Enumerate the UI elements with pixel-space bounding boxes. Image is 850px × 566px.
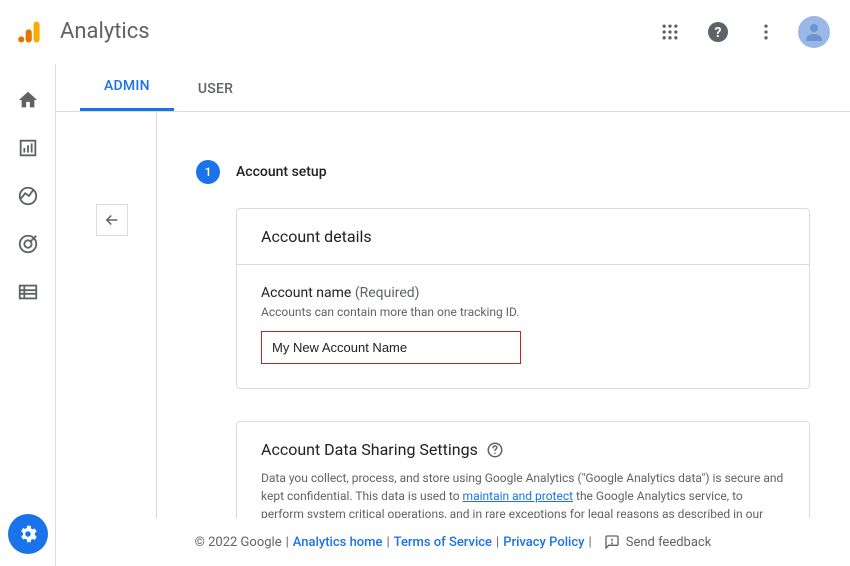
tab-admin[interactable]: ADMIN (80, 64, 174, 111)
send-feedback-button[interactable]: Send feedback (604, 534, 712, 550)
sharing-title: Account Data Sharing Settings (261, 440, 785, 459)
back-button[interactable] (96, 204, 128, 236)
sharing-description: Data you collect, process, and store usi… (261, 469, 785, 518)
more-icon[interactable] (746, 12, 786, 52)
card-title: Account details (237, 209, 809, 265)
help-icon[interactable]: ? (698, 12, 738, 52)
analytics-logo-icon (16, 18, 44, 46)
step-title: Account setup (236, 164, 327, 180)
data-sharing-card: Account Data Sharing Settings Data you c… (236, 421, 810, 518)
account-details-card: Account details Account name (Required) … (236, 208, 810, 389)
account-avatar[interactable] (794, 12, 834, 52)
footer: © 2022 Google | Analytics home | Terms o… (56, 518, 850, 566)
tos-link[interactable]: Terms of Service (394, 535, 492, 550)
tab-user[interactable]: USER (174, 67, 257, 111)
tabs-bar: ADMIN USER (56, 64, 850, 112)
copyright: © 2022 Google (195, 535, 282, 550)
help-outline-icon[interactable] (486, 441, 504, 459)
step-header: 1 Account setup (196, 160, 850, 184)
maintain-protect-link[interactable]: maintain and protect (463, 489, 574, 503)
configure-icon[interactable] (8, 272, 48, 312)
svg-text:?: ? (715, 25, 722, 41)
explore-icon[interactable] (8, 176, 48, 216)
reports-icon[interactable] (8, 128, 48, 168)
home-icon[interactable] (8, 80, 48, 120)
app-header: Analytics ? (0, 0, 850, 64)
feedback-icon (604, 534, 620, 550)
apps-icon[interactable] (650, 12, 690, 52)
privacy-policy-link[interactable]: Privacy Policy (503, 535, 584, 550)
account-name-hint: Accounts can contain more than one track… (261, 305, 785, 319)
advertising-icon[interactable] (8, 224, 48, 264)
analytics-home-link[interactable]: Analytics home (293, 535, 383, 550)
step-number-badge: 1 (196, 160, 220, 184)
account-name-label: Account name (Required) (261, 285, 785, 301)
app-title: Analytics (60, 19, 150, 44)
left-sidebar (0, 64, 56, 566)
account-name-input[interactable] (261, 331, 521, 364)
admin-gear-icon[interactable] (8, 514, 48, 554)
